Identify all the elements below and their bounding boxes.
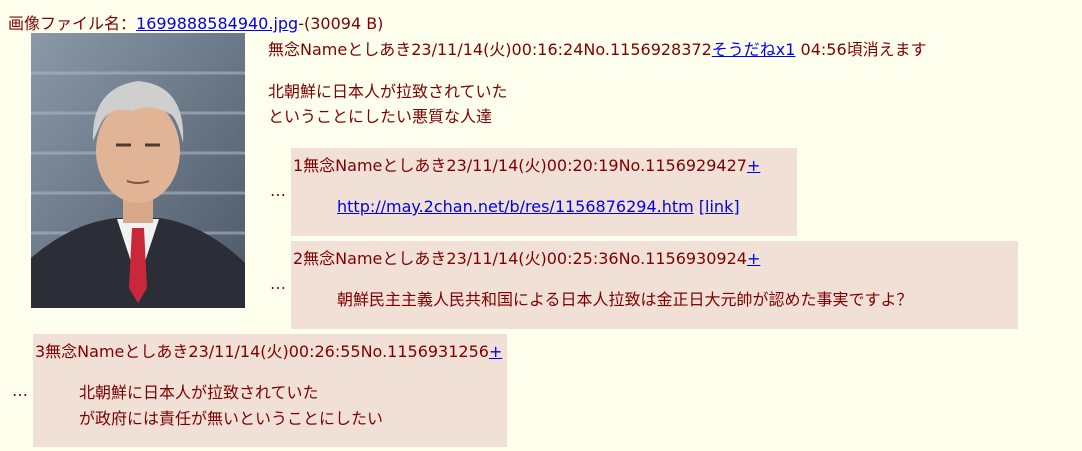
reply-header: 2無念Nameとしあき23/11/14(火)00:25:36No.1156930… bbox=[293, 245, 760, 269]
reply-meta: 1無念Nameとしあき23/11/14(火)00:20:19No.1156929… bbox=[293, 156, 747, 175]
thread-url-link[interactable]: http://may.2chan.net/b/res/1156876294.ht… bbox=[337, 197, 694, 216]
reply-line: 朝鮮民主主義人民共和国による日本人拉致は金正日大元帥が認めた事実ですよ？ bbox=[337, 290, 913, 309]
op-body: 北朝鮮に日本人が拉致されていた ということにしたい悪質な人達 bbox=[268, 79, 508, 129]
reply-3: 3無念Nameとしあき23/11/14(火)00:26:55No.1156931… bbox=[33, 334, 507, 447]
op-header: 無念Nameとしあき23/11/14(火)00:16:24No.11569283… bbox=[268, 36, 927, 60]
reply-body: 朝鮮民主主義人民共和国による日本人拉致は金正日大元帥が認めた事実ですよ？ bbox=[337, 287, 913, 313]
reply-line: が政府には責任が無いということにしたい bbox=[79, 409, 384, 428]
reply-plus-link[interactable]: + bbox=[747, 249, 760, 268]
thumbnail-image[interactable] bbox=[31, 33, 245, 308]
reply-plus-link[interactable]: + bbox=[747, 156, 760, 175]
reply-expand-dots[interactable]: … bbox=[12, 381, 28, 400]
file-link[interactable]: 1699888584940.jpg bbox=[136, 14, 298, 33]
reply-meta: 2無念Nameとしあき23/11/14(火)00:25:36No.1156930… bbox=[293, 249, 747, 268]
link-button[interactable]: link bbox=[705, 197, 733, 216]
reply-expand-dots[interactable]: … bbox=[270, 274, 286, 293]
file-info: 画像ファイル名：1699888584940.jpg-(30094 B) bbox=[8, 10, 383, 34]
link-bracket: ] bbox=[733, 197, 740, 216]
reply-body: 北朝鮮に日本人が拉致されていた が政府には責任が無いということにしたい bbox=[79, 380, 383, 432]
op-line: 北朝鮮に日本人が拉致されていた bbox=[268, 82, 508, 101]
reply-plus-link[interactable]: + bbox=[489, 342, 502, 361]
reply-line: 北朝鮮に日本人が拉致されていた bbox=[79, 383, 319, 402]
reply-header: 3無念Nameとしあき23/11/14(火)00:26:55No.1156931… bbox=[35, 338, 502, 362]
reply-1: 1無念Nameとしあき23/11/14(火)00:20:19No.1156929… bbox=[291, 148, 797, 236]
file-label: 画像ファイル名： bbox=[8, 14, 137, 33]
reply-2: 2無念Nameとしあき23/11/14(火)00:25:36No.1156930… bbox=[291, 241, 1018, 329]
link-bracket: [ bbox=[693, 197, 706, 216]
reply-expand-dots[interactable]: … bbox=[270, 181, 286, 200]
portrait-photo bbox=[31, 33, 245, 308]
file-size: -(30094 B) bbox=[298, 14, 384, 33]
reply-header: 1無念Nameとしあき23/11/14(火)00:20:19No.1156929… bbox=[293, 152, 760, 176]
op-meta: 無念Nameとしあき23/11/14(火)00:16:24No.11569283… bbox=[268, 40, 712, 59]
reply-body: http://may.2chan.net/b/res/1156876294.ht… bbox=[337, 194, 740, 220]
reply-meta: 3無念Nameとしあき23/11/14(火)00:26:55No.1156931… bbox=[35, 342, 489, 361]
soudane-link[interactable]: そうだねx1 bbox=[712, 40, 796, 59]
expire-text: 04:56頃消えます bbox=[795, 40, 927, 59]
op-line: ということにしたい悪質な人達 bbox=[268, 107, 493, 126]
